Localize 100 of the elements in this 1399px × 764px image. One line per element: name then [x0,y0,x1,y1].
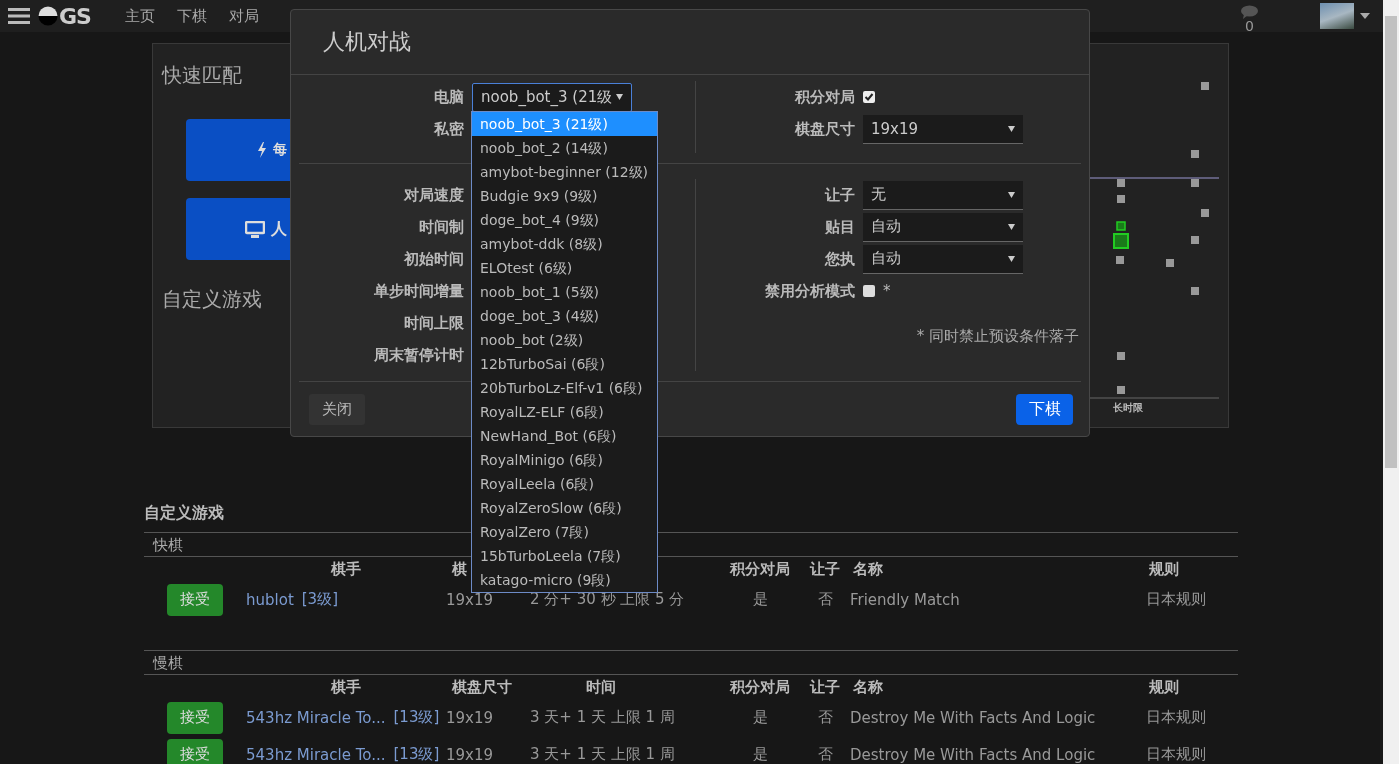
table-cell: Friendly Match [850,590,960,609]
dropdown-option[interactable]: 20bTurboLz-Elf-v1 (6段) [472,376,657,400]
dropdown-option[interactable]: 15bTurboLeela (7段) [472,544,657,568]
column-header: 棋盘尺寸 [452,677,512,697]
table-cell: 3 天+ 1 天 上限 1 周 [530,745,675,764]
rank-link[interactable]: [13级] [393,708,440,727]
data-point[interactable] [1113,233,1129,249]
dropdown-option[interactable]: 12bTurboSai (6段) [472,352,657,376]
caret-icon [1008,223,1015,230]
table-cell: 19x19 [446,745,494,764]
field-label: 您执 [823,249,855,269]
logo-icon [38,6,58,26]
dropdown-option[interactable]: doge_bot_3 (4级) [472,304,657,328]
table-cell: 19x19 [446,708,494,727]
dropdown-option[interactable]: amybot-beginner (12级) [472,160,657,184]
table-cell: 19x19 [446,590,494,609]
field-label: 时间制 [418,217,464,237]
select-field[interactable]: 19x19 [863,114,1023,144]
play-button[interactable]: 下棋 [1016,393,1073,425]
section-title: 自定义游戏 [162,286,262,313]
caret-icon [1008,255,1015,262]
select-field[interactable]: 无 [863,180,1023,210]
field-label: 周末暂停计时 [373,345,464,365]
nav-link[interactable]: 主页 [124,6,155,26]
dropdown-option[interactable]: RoyalMinigo (6段) [472,448,657,472]
field-label: 电脑 [433,87,464,107]
dropdown-option[interactable]: noob_bot (2级) [472,328,657,352]
close-button[interactable]: 关闭 [309,393,365,425]
column-header: 让子 [810,559,840,579]
select-field[interactable]: 自动 [863,212,1023,242]
player-link[interactable]: 543hz Miracle To... [246,708,386,727]
column-header: 名称 [853,559,883,579]
axis-label: 长时限 [1113,401,1143,415]
column-header: 规则 [1149,677,1179,697]
column-header: 时间 [586,677,616,697]
scrollbar-thumb[interactable] [1385,16,1397,468]
table-cell: 日本规则 [1146,590,1206,609]
data-point[interactable] [1116,221,1126,231]
play-button[interactable]: 人 [186,198,291,260]
dropdown-option[interactable]: RoyalZero (7段) [472,520,657,544]
field-label: 让子 [823,185,855,205]
section-title: 自定义游戏 [144,503,224,524]
panel-title: 快速匹配 [162,62,243,89]
dropdown-option[interactable]: RoyalLeela (6段) [472,472,657,496]
checkbox[interactable] [863,91,875,103]
table-cell: 否 [817,708,833,727]
field-label: 私密 [433,119,464,139]
player-link[interactable]: hublot [246,590,294,609]
field-label: 初始时间 [403,249,464,269]
nav-link[interactable]: 对局 [228,6,259,26]
dropdown-option[interactable]: Budgie 9x9 (9级) [472,184,657,208]
checkbox[interactable] [863,285,875,297]
column-header: 让子 [810,677,840,697]
table-cell: 日本规则 [1146,745,1206,764]
table-cell: 3 天+ 1 天 上限 1 周 [530,708,675,727]
rank-link[interactable]: [13级] [393,745,440,764]
dropdown-option[interactable]: noob_bot_2 (14级) [472,136,657,160]
section-subtitle: 慢棋 [144,651,1238,675]
field-label: 棋盘尺寸 [793,119,855,139]
table-cell: 否 [817,745,833,764]
nav-link[interactable]: 下棋 [176,6,207,26]
table-cell: Destroy Me With Facts And Logic [850,708,1096,727]
select-field[interactable]: 自动 [863,244,1023,274]
field-label: 积分对局 [793,87,855,107]
menu-icon[interactable] [8,7,30,25]
table-cell: 是 [752,708,768,727]
caret-icon [616,94,623,100]
field-label: 单步时间增量 [373,281,464,301]
dropdown-option[interactable]: ELOtest (6级) [472,256,657,280]
column-header: 棋 [452,559,467,579]
player-link[interactable]: 543hz Miracle To... [246,745,386,764]
dropdown-option[interactable]: NewHand_Bot (6段) [472,424,657,448]
scrollbar[interactable] [1383,0,1399,764]
column-header: 规则 [1149,559,1179,579]
field-label: 对局速度 [403,185,464,205]
dropdown-option[interactable]: doge_bot_4 (9级) [472,208,657,232]
logo-text[interactable]: GS [59,3,91,29]
lightning-icon [257,142,267,158]
select-field[interactable]: noob_bot_3 (21级 [472,82,632,112]
dropdown-option[interactable]: RoyalLZ-ELF (6段) [472,400,657,424]
table-cell: 是 [752,590,768,609]
caret-icon[interactable] [1360,13,1370,19]
chat-bubble-icon[interactable] [1241,5,1258,19]
dropdown-option[interactable]: katago-micro (9段) [472,568,657,592]
rank-link[interactable]: [3级] [301,590,338,609]
caret-icon [1008,191,1015,198]
dropdown-option[interactable]: noob_bot_1 (5级) [472,280,657,304]
column-header: 积分对局 [730,677,790,697]
avatar-photo-placeholder[interactable] [1320,3,1354,29]
table-cell: 是 [752,745,768,764]
dialog-title: 人机对战 [323,28,411,56]
column-header: 积分对局 [730,559,790,579]
column-header: 棋手 [331,559,361,579]
chat-count: 0 [1245,19,1254,33]
caret-icon [1008,125,1015,132]
table-cell: 日本规则 [1146,708,1206,727]
field-label: 禁用分析模式 [764,281,855,301]
dropdown-option[interactable]: RoyalZeroSlow (6段) [472,496,657,520]
dropdown-option[interactable]: amybot-ddk (8级) [472,232,657,256]
play-button[interactable]: 每 [186,119,291,181]
